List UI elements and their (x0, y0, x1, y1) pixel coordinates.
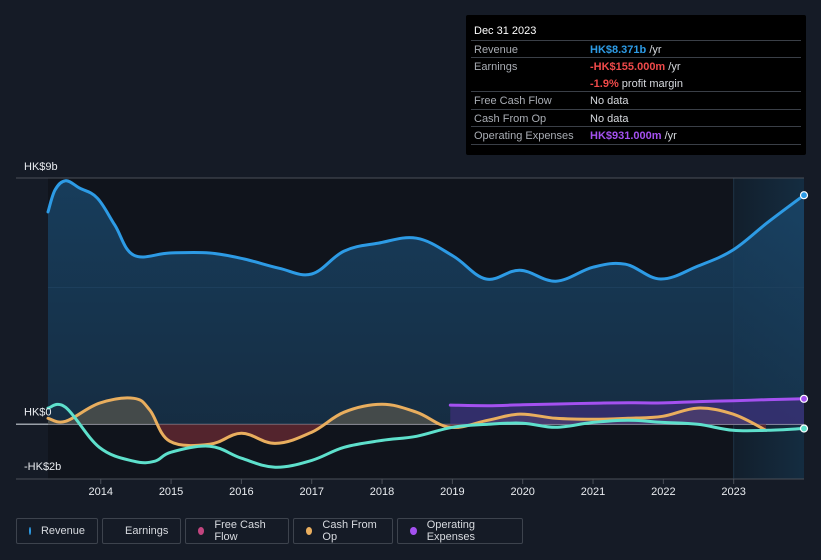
legend-item-earnings[interactable]: Earnings (102, 518, 181, 544)
legend-label: Earnings (125, 525, 169, 537)
x-tick-label: 2018 (370, 486, 394, 498)
x-tick-label: 2019 (440, 486, 464, 498)
tooltip-fcf-value: No data (590, 95, 629, 107)
x-tick-label: 2014 (89, 486, 113, 498)
earnings-end-marker (799, 424, 809, 433)
x-tick-label: 2017 (299, 486, 323, 498)
tooltip-profit-margin-text: profit margin (618, 78, 683, 90)
legend-item-revenue[interactable]: Revenue (16, 518, 98, 544)
legend-dot-icon (29, 527, 31, 535)
tooltip-row-operating-expenses: Operating Expenses HK$931.000m /yr (471, 126, 801, 145)
legend-item-cash-from-op[interactable]: Cash From Op (293, 518, 393, 544)
revenue-end-marker (799, 191, 809, 200)
tooltip-profit-margin-value: -1.9% (590, 78, 619, 90)
tooltip-panel: Dec 31 2023 Revenue HK$8.371b /yr Earnin… (466, 15, 806, 155)
x-tick-label: 2020 (510, 486, 534, 498)
x-tick-label: 2022 (651, 486, 675, 498)
tooltip-unit: /yr (646, 44, 662, 56)
tooltip-cfo-value: No data (590, 113, 629, 125)
x-axis: 2014 2015 2016 2017 2018 2019 2020 2021 2022 2023 (89, 479, 746, 498)
operating-expenses-end-marker (799, 394, 809, 403)
chart-legend: Revenue Earnings Free Cash Flow Cash Fro… (16, 518, 523, 544)
legend-dot-icon (410, 527, 417, 535)
tooltip-label: Operating Expenses (474, 130, 574, 142)
x-tick-label: 2021 (581, 486, 605, 498)
legend-dot-icon (306, 527, 313, 535)
tooltip-opex-value: HK$931.000m (590, 130, 662, 142)
tooltip-unit: /yr (665, 61, 681, 73)
y-tick-label: HK$9b (24, 161, 58, 173)
x-tick-label: 2016 (229, 486, 253, 498)
y-tick-label: HK$0 (24, 406, 52, 418)
tooltip-label: Earnings (474, 61, 518, 73)
legend-label: Free Cash Flow (214, 519, 266, 543)
x-tick-label: 2015 (159, 486, 183, 498)
legend-item-operating-expenses[interactable]: Operating Expenses (397, 518, 523, 544)
legend-label: Revenue (40, 525, 85, 537)
legend-item-free-cash-flow[interactable]: Free Cash Flow (185, 518, 289, 544)
legend-label: Cash From Op (322, 519, 377, 543)
tooltip-label: Revenue (474, 44, 519, 56)
tooltip-row-earnings: Earnings -HK$155.000m /yr -1.9% profit m… (471, 57, 801, 92)
tooltip-row-revenue: Revenue HK$8.371b /yr (471, 40, 801, 58)
legend-dot-icon (198, 527, 205, 535)
tooltip-earnings-value: -HK$155.000m (590, 61, 666, 73)
tooltip-row-cash-from-op: Cash From Op No data (471, 109, 801, 127)
tooltip-date: Dec 31 2023 (474, 25, 537, 37)
tooltip-unit: /yr (661, 130, 677, 142)
x-tick-label: 2023 (721, 486, 745, 498)
tooltip-label: Free Cash Flow (474, 95, 552, 107)
tooltip-row-free-cash-flow: Free Cash Flow No data (471, 91, 801, 109)
tooltip-revenue-value: HK$8.371b (590, 44, 647, 56)
legend-label: Operating Expenses (426, 519, 475, 543)
y-tick-label: -HK$2b (24, 461, 61, 473)
tooltip-label: Cash From Op (474, 113, 547, 125)
